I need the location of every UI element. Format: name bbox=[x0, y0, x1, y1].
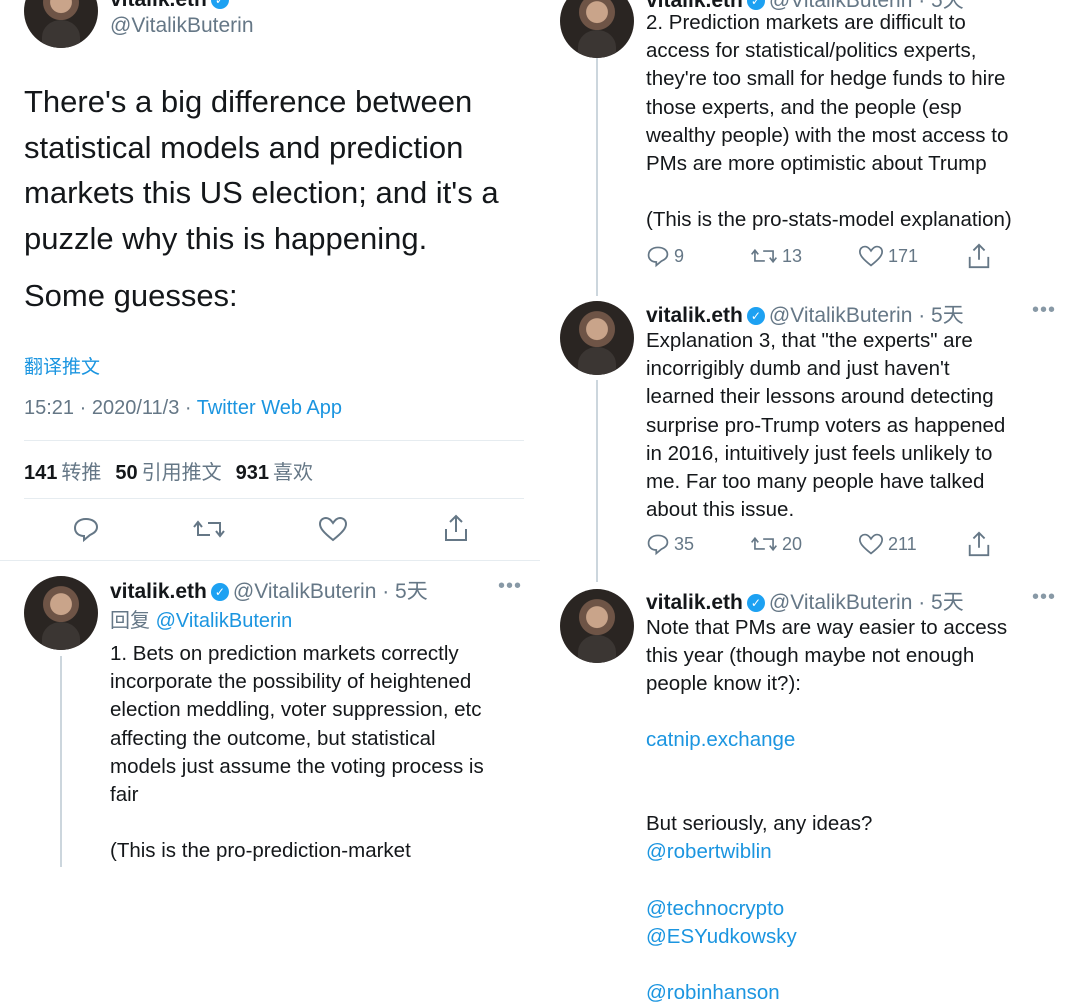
author-name[interactable]: vitalik.eth bbox=[110, 0, 207, 11]
main-tweet-text: There's a big difference between statist… bbox=[24, 79, 534, 261]
retweet-count: 20 bbox=[782, 533, 803, 554]
retweet-count: 13 bbox=[782, 245, 803, 266]
tweet-source[interactable]: Twitter Web App bbox=[197, 397, 342, 419]
mention-link[interactable]: @technocrypto bbox=[646, 897, 784, 920]
translate-link[interactable]: 翻译推文 bbox=[24, 352, 100, 379]
tweet-4-question: But seriously, any ideas? bbox=[646, 812, 873, 836]
author-handle[interactable]: @VitalikButerin · 5天 bbox=[233, 580, 428, 603]
author-name[interactable]: vitalik.eth bbox=[110, 580, 207, 603]
replying-to: 回复 @VitalikButerin bbox=[110, 610, 293, 632]
reply-icon bbox=[647, 246, 669, 268]
tweet-line: markets this US election; and it's a bbox=[24, 175, 499, 210]
like-icon[interactable] bbox=[318, 515, 348, 543]
divider bbox=[24, 498, 524, 499]
divider bbox=[0, 560, 540, 561]
tweet-line: statistical models and prediction bbox=[24, 129, 464, 165]
reply-count: 35 bbox=[674, 533, 695, 554]
author-name[interactable]: vitalik.eth bbox=[646, 304, 743, 327]
stat-likes[interactable]: 931 喜欢 bbox=[236, 462, 327, 484]
share-icon[interactable] bbox=[966, 530, 992, 558]
thread-line bbox=[60, 656, 62, 867]
divider bbox=[24, 440, 524, 441]
tweet-stats: 141 转推 50 引用推文 931 喜欢 bbox=[24, 456, 327, 485]
reply-text: 1. Bets on prediction markets correctly … bbox=[110, 642, 484, 863]
retweet-icon[interactable] bbox=[192, 515, 226, 543]
tweet-author[interactable]: vitalik.eth ✓ @VitalikButerin · 5天 bbox=[646, 586, 964, 616]
thread-line bbox=[596, 56, 598, 296]
tweet-author[interactable]: vitalik.eth ✓ @VitalikButerin · 5天 bbox=[646, 299, 964, 329]
like-icon bbox=[858, 245, 884, 267]
like-count: 211 bbox=[888, 533, 917, 554]
mention-link[interactable]: @robinhanson bbox=[646, 981, 780, 1004]
mention-link[interactable]: @ESYudkowsky bbox=[646, 925, 797, 948]
share-icon[interactable] bbox=[442, 513, 470, 543]
verified-icon: ✓ bbox=[210, 583, 229, 601]
share-icon[interactable] bbox=[966, 242, 992, 270]
tweet-4-mentions: But seriously, any ideas? @robertwiblin … bbox=[646, 782, 1066, 1008]
verified-icon: ✓ bbox=[746, 307, 765, 325]
tweet-2-text: 2. Prediction markets are difficult to a… bbox=[646, 11, 1012, 232]
avatar[interactable] bbox=[560, 301, 634, 375]
more-options-icon[interactable]: ••• bbox=[1032, 299, 1056, 322]
reply-icon bbox=[647, 534, 669, 556]
mention-link[interactable]: @VitalikButerin bbox=[156, 610, 293, 632]
tweet-4-text: Note that PMs are way easier to access t… bbox=[646, 616, 1008, 696]
avatar[interactable] bbox=[560, 589, 634, 663]
more-options-icon[interactable]: ••• bbox=[1032, 586, 1056, 609]
reply-author[interactable]: vitalik.eth ✓ @VitalikButerin · 5天 bbox=[110, 575, 428, 605]
author-handle[interactable]: @VitalikButerin · 5天 bbox=[769, 591, 964, 614]
tweet-line: puzzle why this is happening. bbox=[24, 220, 428, 256]
reply-button[interactable]: 9 bbox=[646, 244, 684, 268]
thread-line bbox=[596, 380, 598, 582]
avatar[interactable] bbox=[24, 0, 98, 48]
mention-link[interactable]: @robertwiblin bbox=[646, 840, 772, 863]
tweet-timestamp[interactable]: 15:21 · 2020/11/3 · bbox=[24, 397, 197, 419]
reply-icon[interactable] bbox=[72, 515, 100, 543]
more-options-icon[interactable]: ••• bbox=[498, 0, 522, 9]
tweet-3-text: Explanation 3, that "the experts" are in… bbox=[646, 329, 1006, 522]
reply-count: 9 bbox=[674, 245, 685, 266]
verified-icon: ✓ bbox=[210, 0, 229, 9]
author-handle[interactable]: @VitalikButerin bbox=[110, 14, 254, 38]
stat-retweets[interactable]: 141 转推 bbox=[24, 462, 115, 484]
main-author[interactable]: vitalik.eth✓ bbox=[110, 0, 233, 12]
retweet-button[interactable]: 13 bbox=[750, 244, 802, 268]
stat-quotes[interactable]: 50 引用推文 bbox=[115, 462, 235, 484]
avatar[interactable] bbox=[560, 0, 634, 58]
catnip-link[interactable]: catnip.exchange bbox=[646, 726, 795, 754]
more-options-icon[interactable]: ••• bbox=[498, 575, 522, 598]
reply-button[interactable]: 35 bbox=[646, 532, 694, 556]
avatar[interactable] bbox=[24, 576, 98, 650]
like-button[interactable]: 211 bbox=[858, 532, 917, 556]
retweet-button[interactable]: 20 bbox=[750, 532, 802, 556]
tweet-extra-text: Some guesses: bbox=[24, 278, 238, 313]
like-icon bbox=[858, 533, 884, 555]
retweet-icon bbox=[751, 248, 777, 264]
author-handle[interactable]: @VitalikButerin · 5天 bbox=[769, 304, 964, 327]
verified-icon: ✓ bbox=[746, 594, 765, 612]
like-count: 171 bbox=[888, 245, 919, 266]
like-button[interactable]: 171 bbox=[858, 244, 918, 268]
retweet-icon bbox=[751, 536, 777, 552]
tweet-meta: 15:21 · 2020/11/3 · Twitter Web App bbox=[24, 397, 342, 420]
author-name[interactable]: vitalik.eth bbox=[646, 591, 743, 614]
tweet-line: There's a big difference between bbox=[24, 84, 473, 119]
